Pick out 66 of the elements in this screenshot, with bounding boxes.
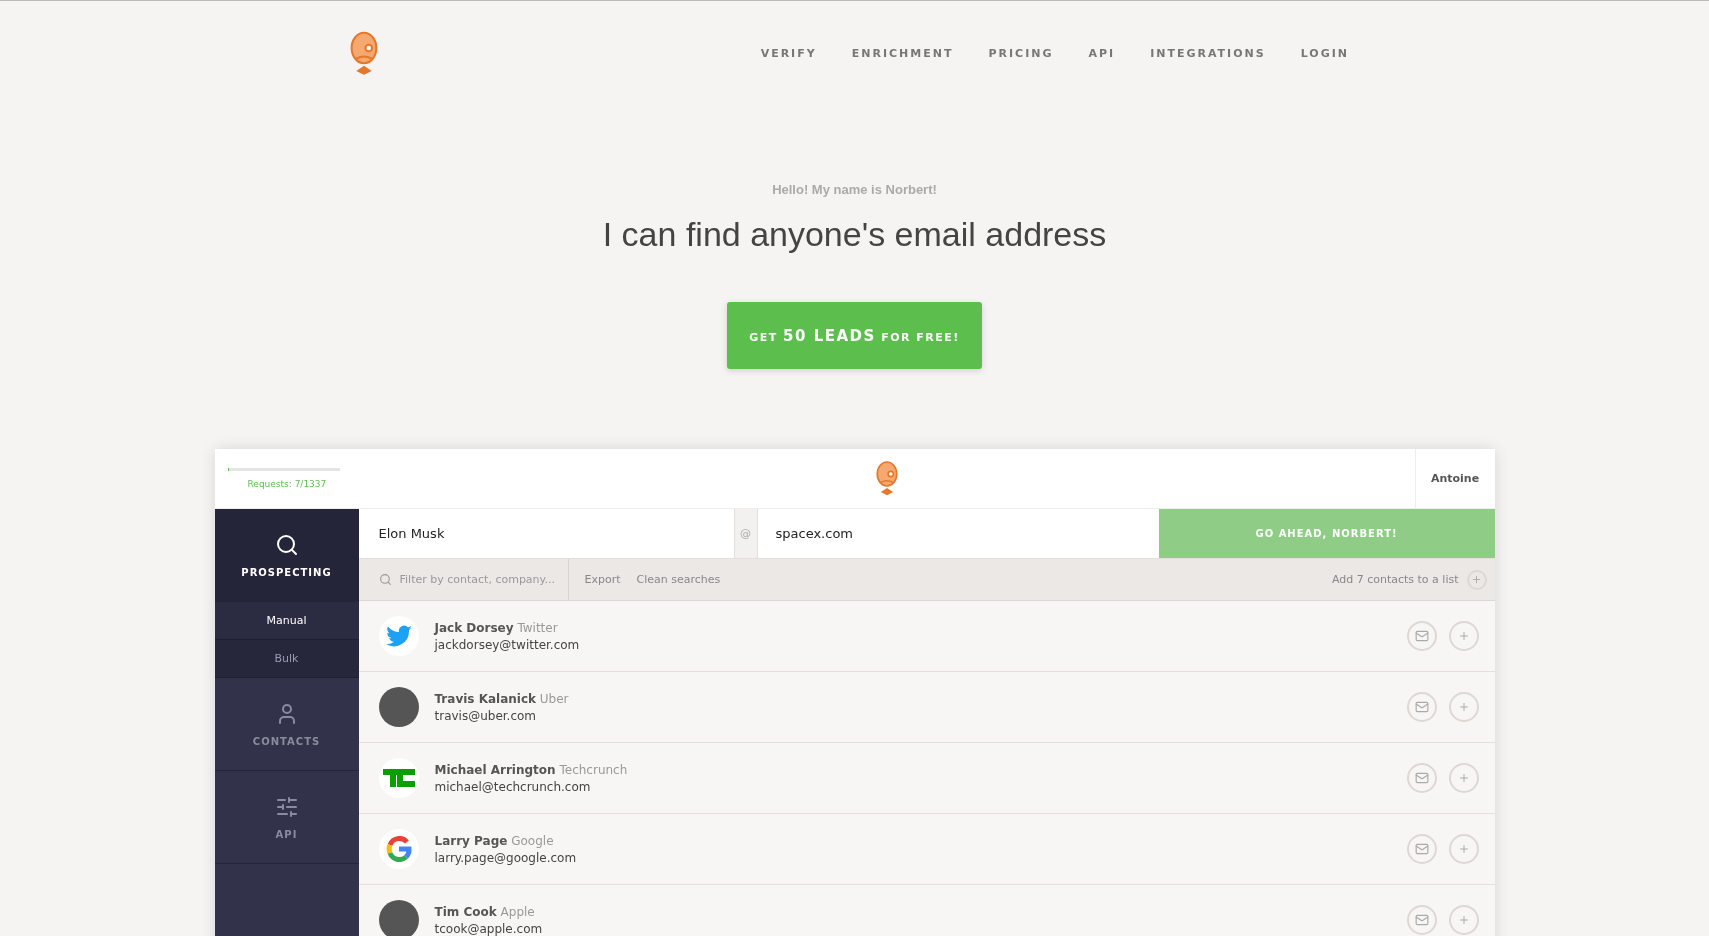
domain-input[interactable]: spacex.com xyxy=(757,509,1159,559)
sidebar-label: CONTACTS xyxy=(252,735,321,747)
sidebar-label: API xyxy=(275,828,298,840)
sidebar-item[interactable]: PROSPECTING xyxy=(214,509,359,603)
nav-link[interactable]: LOGIN xyxy=(1300,47,1349,61)
filter-input[interactable]: Filter by contact, company... xyxy=(397,572,568,588)
search-icon xyxy=(378,573,392,587)
contact-email: larry.page@google.com xyxy=(434,850,577,865)
headline: I can find anyone's email address xyxy=(602,215,1107,255)
contact-name: Michael Arrington Techcrunch xyxy=(434,762,628,777)
nav-link[interactable]: INTEGRATIONS xyxy=(1150,47,1266,61)
search-icon xyxy=(274,532,299,557)
plus-icon xyxy=(1457,772,1470,785)
sidebar-subitem[interactable]: Bulk xyxy=(214,640,359,679)
add-button[interactable] xyxy=(1448,763,1479,794)
tc-logo xyxy=(382,769,415,788)
nav-link[interactable]: API xyxy=(1088,47,1116,61)
name-input[interactable]: Elon Musk xyxy=(358,509,734,559)
contact-name: Tim Cook Apple xyxy=(434,904,536,919)
plus-icon xyxy=(1471,574,1482,586)
contact-name: Jack Dorsey Twitter xyxy=(434,620,559,635)
envelope-icon xyxy=(1414,913,1429,928)
envelope-icon xyxy=(1414,629,1429,644)
contact-email: michael@techcrunch.com xyxy=(434,779,592,794)
cta-button[interactable]: GET 50 LEADS FOR FREE! xyxy=(727,302,982,370)
toolbar-link[interactable]: Export xyxy=(584,573,621,587)
at-sign: @ xyxy=(733,509,758,559)
plus-icon xyxy=(1457,914,1470,927)
nav-link[interactable]: ENRICHMENT xyxy=(851,47,954,61)
nav-link[interactable]: VERIFY xyxy=(760,47,817,61)
add-button[interactable] xyxy=(1448,692,1479,723)
envelope-icon xyxy=(1414,771,1429,786)
email-button[interactable] xyxy=(1406,905,1437,936)
plus-icon xyxy=(1457,701,1470,714)
photo-placeholder xyxy=(378,687,419,728)
email-button[interactable] xyxy=(1406,692,1437,723)
contact-email: travis@uber.com xyxy=(434,708,538,723)
sidebar-item[interactable]: API xyxy=(214,771,359,865)
envelope-icon xyxy=(1414,842,1429,857)
sliders-icon xyxy=(274,794,299,819)
g-logo xyxy=(385,836,412,863)
sidebar-item[interactable]: CONTACTS xyxy=(214,678,359,772)
requests-label: Requests: 7/1337 xyxy=(246,479,328,490)
envelope-icon xyxy=(1414,700,1429,715)
toolbar-link[interactable]: Clean searches xyxy=(636,573,721,587)
email-button[interactable] xyxy=(1406,621,1437,652)
greeting-text: Hello! My name is Norbert! xyxy=(772,182,937,198)
bird-icon xyxy=(385,625,412,648)
plus-icon xyxy=(1457,630,1470,643)
add-button[interactable] xyxy=(1466,569,1487,590)
contact-email: tcook@apple.com xyxy=(434,921,543,936)
email-button[interactable] xyxy=(1406,763,1437,794)
add-to-list-link[interactable]: Add 7 contacts to a list xyxy=(1331,573,1459,587)
user-name[interactable]: Antoine xyxy=(1414,448,1495,509)
add-button[interactable] xyxy=(1448,621,1479,652)
email-button[interactable] xyxy=(1406,834,1437,865)
photo-placeholder xyxy=(378,900,419,936)
contact-name: Travis Kalanick Uber xyxy=(434,691,569,706)
contact-email: jackdorsey@twitter.com xyxy=(434,637,580,652)
add-button[interactable] xyxy=(1448,905,1479,936)
plus-icon xyxy=(1457,843,1470,856)
add-button[interactable] xyxy=(1448,834,1479,865)
sidebar-label: PROSPECTING xyxy=(241,566,332,578)
contact-name: Larry Page Google xyxy=(434,833,555,848)
nav-link[interactable]: PRICING xyxy=(988,47,1054,61)
sidebar-subitem[interactable]: Manual xyxy=(214,602,359,641)
